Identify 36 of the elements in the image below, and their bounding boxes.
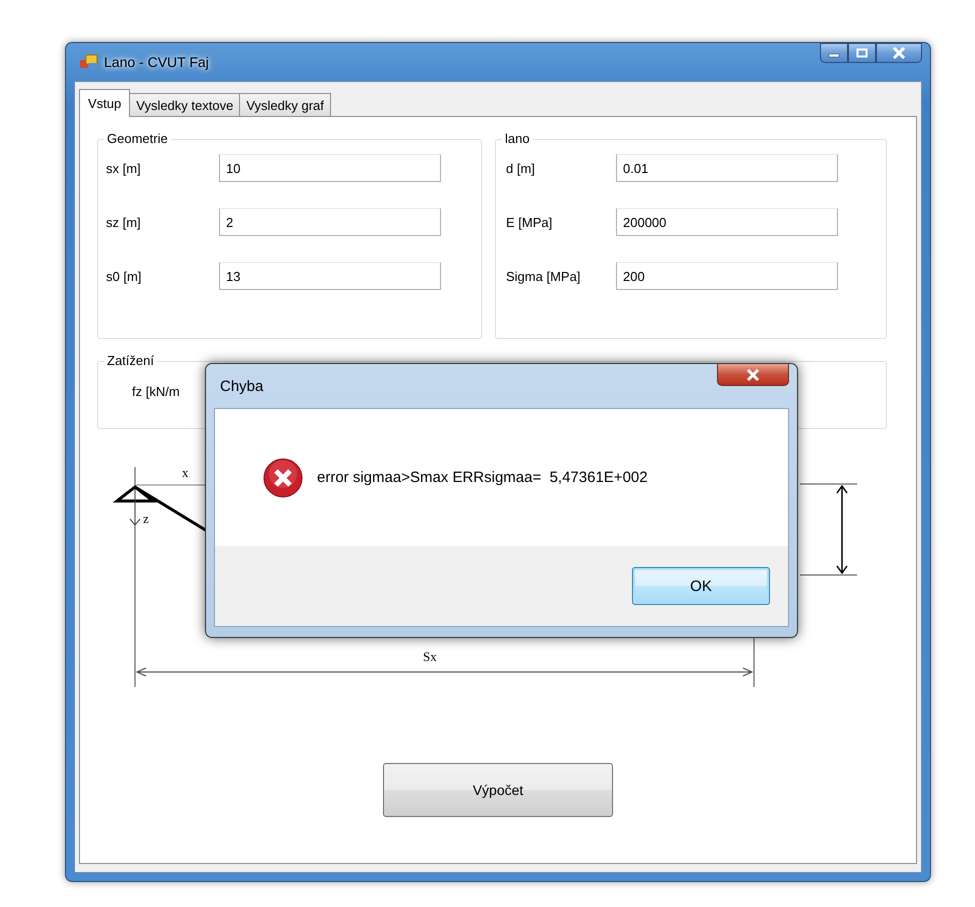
field-label: sz [m] bbox=[105, 214, 142, 230]
dimension-label: Sx bbox=[423, 649, 437, 664]
calculate-button[interactable]: Výpočet bbox=[383, 763, 613, 817]
axis-label: x bbox=[182, 465, 188, 480]
app-icon bbox=[80, 54, 98, 70]
tab[interactable]: Vysledky graf bbox=[239, 93, 331, 116]
input-field[interactable]: 2 bbox=[219, 208, 441, 236]
ok-button[interactable]: OK bbox=[632, 567, 770, 605]
close-icon bbox=[746, 368, 760, 380]
window-title: Lano - CVUT Faj bbox=[104, 54, 209, 70]
group-title: Zatížení bbox=[104, 353, 157, 368]
field-label: Sigma [MPa] bbox=[505, 268, 582, 284]
input-field[interactable]: 10 bbox=[219, 154, 441, 182]
field-label: d [m] bbox=[505, 160, 536, 176]
close-button[interactable] bbox=[876, 43, 922, 63]
maximize-button[interactable] bbox=[848, 43, 876, 63]
input-field[interactable]: 200000 bbox=[616, 208, 838, 236]
maximize-icon bbox=[856, 48, 868, 58]
error-icon bbox=[263, 458, 303, 498]
field-label: s0 [m] bbox=[105, 268, 142, 284]
close-button[interactable] bbox=[717, 364, 789, 386]
field-label: E [MPa] bbox=[505, 214, 554, 230]
field-label: fz [kN/m bbox=[132, 384, 180, 399]
axis-label: z bbox=[143, 511, 149, 526]
close-icon bbox=[892, 47, 906, 59]
field-label: sx [m] bbox=[105, 160, 142, 176]
group-title: lano bbox=[502, 131, 533, 146]
dialog-title: Chyba bbox=[220, 378, 264, 394]
tab[interactable]: Vstup bbox=[79, 89, 130, 117]
tab[interactable]: Vysledky textove bbox=[129, 93, 240, 116]
input-field[interactable]: 200 bbox=[616, 262, 838, 290]
group-title: Geometrie bbox=[104, 131, 171, 146]
minimize-button[interactable] bbox=[820, 43, 848, 63]
error-message: error sigmaa>Smax ERRsigmaa= 5,47361E+002 bbox=[317, 469, 648, 486]
input-field[interactable]: 0.01 bbox=[616, 154, 838, 182]
input-field[interactable]: 13 bbox=[219, 262, 441, 290]
